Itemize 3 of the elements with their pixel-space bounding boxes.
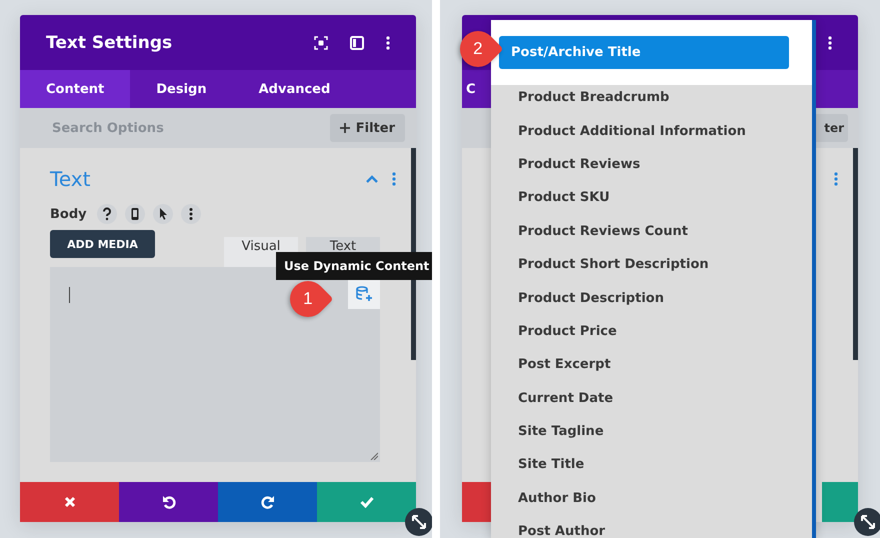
tooltip: Use Dynamic Content	[276, 252, 432, 280]
panel-title: Text Settings	[46, 32, 172, 52]
field-label: Body	[50, 206, 87, 222]
